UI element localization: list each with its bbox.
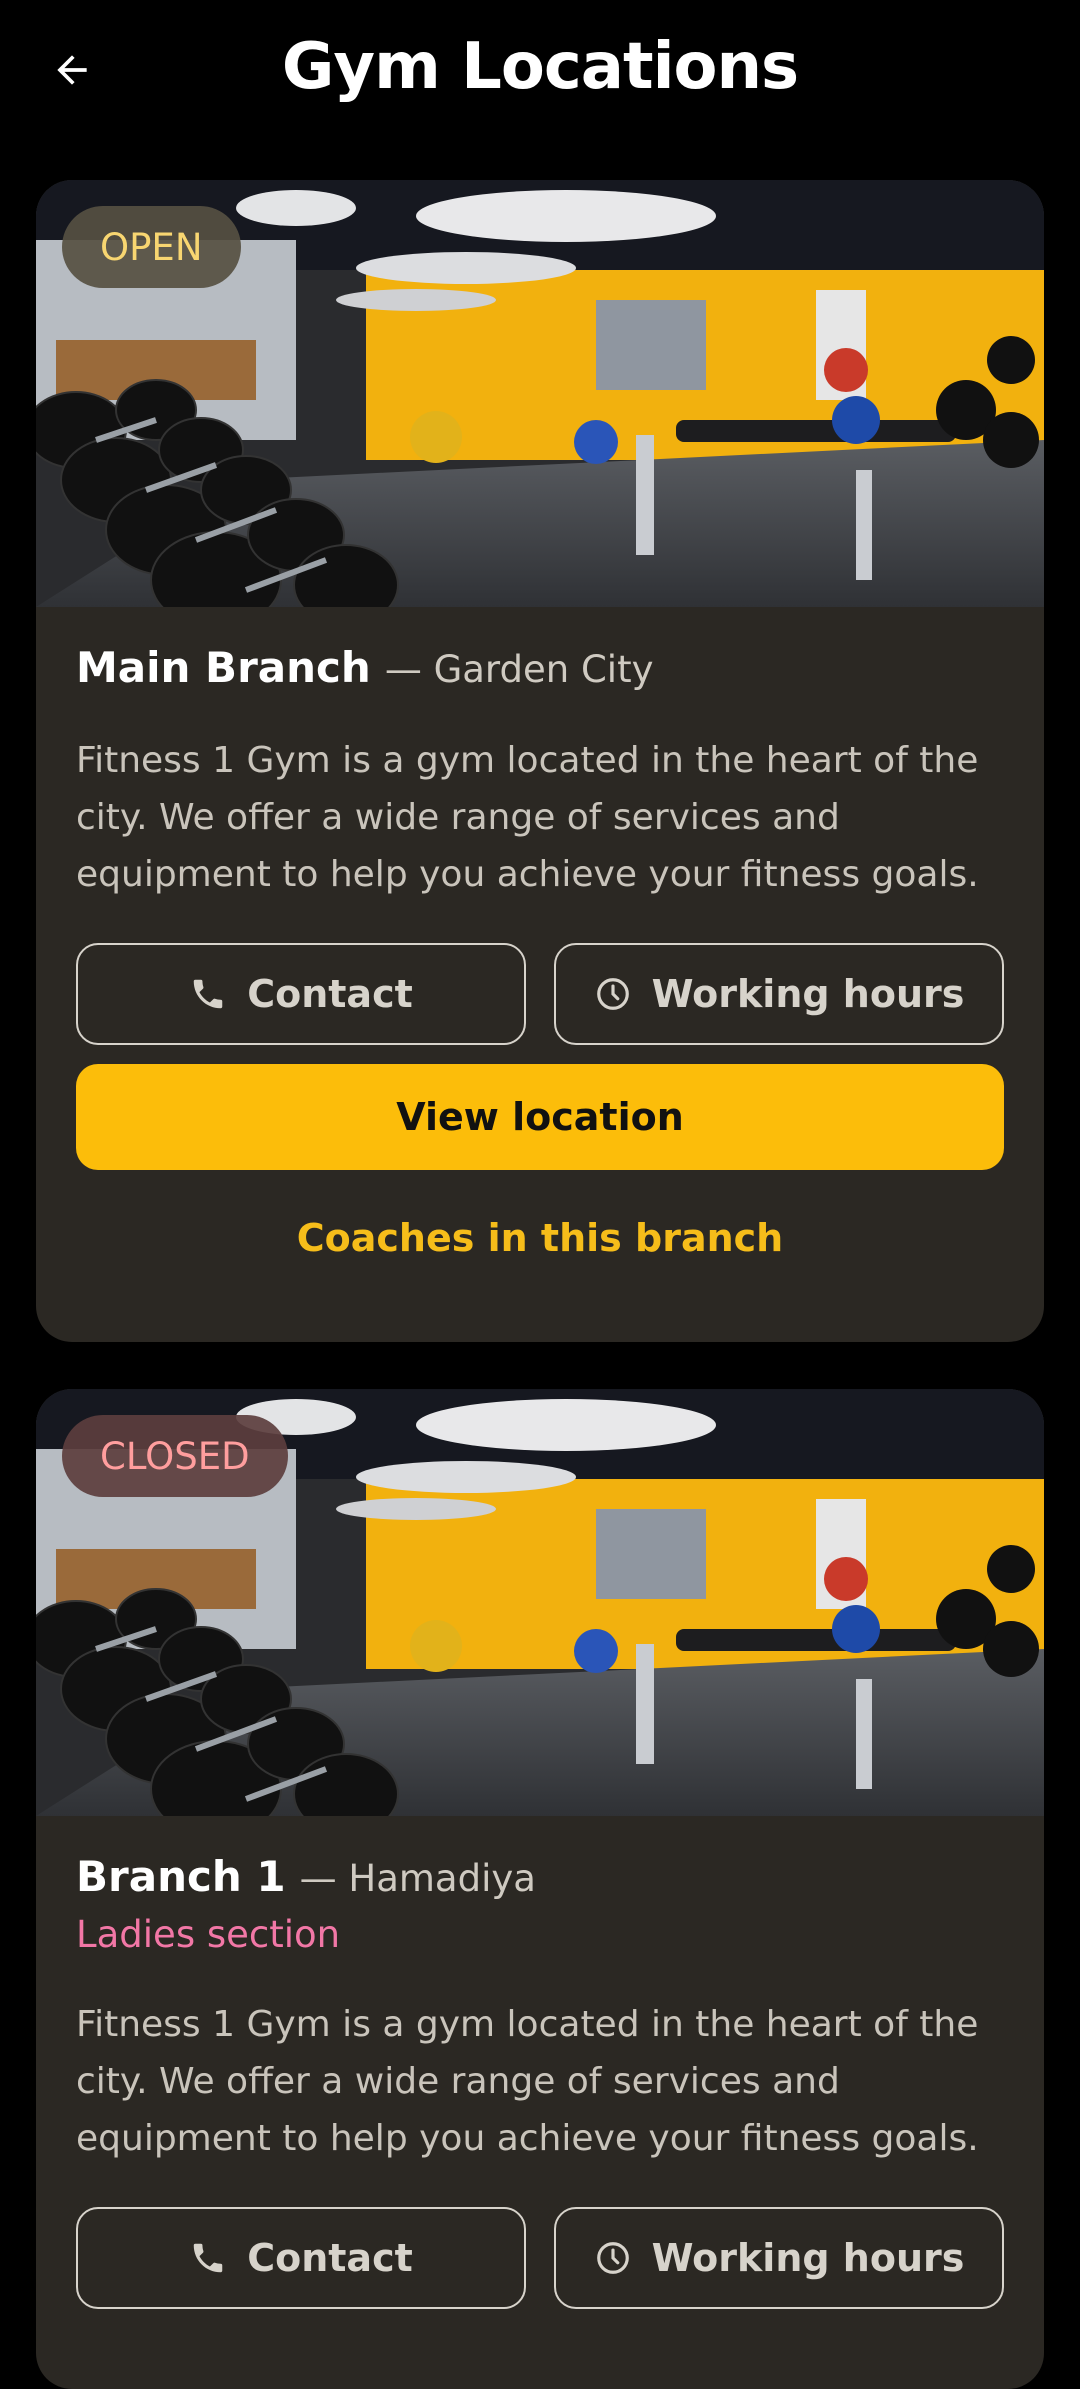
contact-label: Contact: [247, 972, 413, 1016]
status-badge-closed: CLOSED: [62, 1415, 288, 1497]
contact-label: Contact: [247, 2236, 413, 2280]
branch-name: Main Branch: [76, 643, 371, 692]
working-hours-label: Working hours: [651, 2236, 965, 2280]
branch-area: — Hamadiya: [299, 1857, 536, 1900]
ladies-section-label: Ladies section: [76, 1913, 341, 1956]
branch-card: CLOSED Branch 1 — Hamadiya Ladies sectio…: [36, 1389, 1044, 2389]
gym-photo: OPEN: [36, 180, 1044, 607]
app-bar: Gym Locations: [0, 0, 1080, 150]
status-badge-open: OPEN: [62, 206, 241, 288]
branch-description: Fitness 1 Gym is a gym located in the he…: [76, 740, 979, 895]
branch-card: OPEN Main Branch — Garden City Fitness 1…: [36, 180, 1044, 1342]
page-title: Gym Locations: [281, 30, 799, 104]
working-hours-label: Working hours: [651, 972, 965, 1016]
branch-description: Fitness 1 Gym is a gym located in the he…: [76, 2004, 979, 2159]
branch-area: — Garden City: [384, 648, 654, 691]
gym-photo: CLOSED: [36, 1389, 1044, 1816]
branch-name: Branch 1: [76, 1852, 286, 1901]
clock-icon: [596, 978, 629, 1010]
contact-button[interactable]: Contact: [76, 943, 526, 1045]
contact-button[interactable]: Contact: [76, 2207, 526, 2309]
coaches-link[interactable]: Coaches in this branch: [76, 1216, 1004, 1260]
working-hours-button[interactable]: Working hours: [554, 2207, 1004, 2309]
phone-icon: [193, 979, 223, 1009]
phone-icon: [193, 2243, 223, 2273]
view-location-button[interactable]: View location: [76, 1064, 1004, 1170]
working-hours-button[interactable]: Working hours: [554, 943, 1004, 1045]
clock-icon: [596, 2242, 629, 2274]
